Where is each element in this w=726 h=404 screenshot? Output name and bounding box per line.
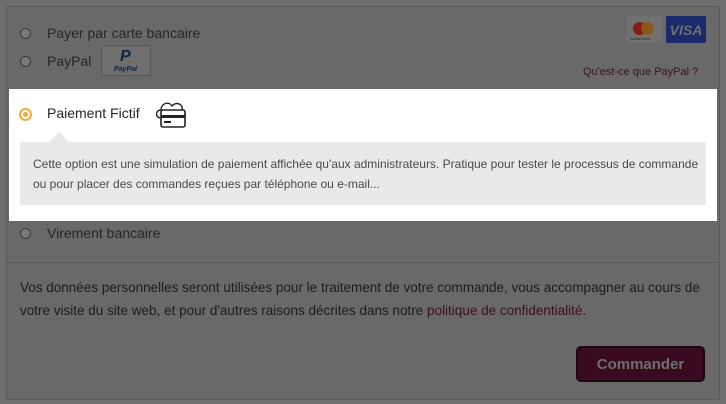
description-pointer <box>49 132 69 142</box>
radio-card-payment[interactable] <box>20 28 31 39</box>
fictif-description-box: Cette option est une simulation de paiem… <box>20 142 706 205</box>
label-paypal[interactable]: PayPal <box>47 53 91 69</box>
cloud-card-icon <box>155 102 186 128</box>
mastercard-logo: mastercard <box>627 16 663 43</box>
radio-fictif-payment[interactable] <box>19 108 32 121</box>
visa-logo: VISA <box>666 16 706 43</box>
radio-paypal[interactable] <box>20 56 31 67</box>
card-logos: mastercard VISA <box>627 16 707 43</box>
privacy-text: Vos données personnelles seront utilisée… <box>20 280 700 318</box>
radio-bank-transfer[interactable] <box>20 228 31 239</box>
privacy-notice: Vos données personnelles seront utilisée… <box>20 276 710 322</box>
paypal-logo: P PayPal <box>101 45 151 76</box>
label-fictif-payment[interactable]: Paiement Fictif <box>47 105 140 121</box>
fictif-description: Cette option est une simulation de paiem… <box>33 157 699 191</box>
privacy-policy-link[interactable]: politique de confidentialité <box>427 303 582 318</box>
privacy-end: . <box>582 303 587 318</box>
fictif-payment-panel: Paiement Fictif Cette option est une sim… <box>9 89 717 221</box>
label-card-payment[interactable]: Payer par carte bancaire <box>47 25 200 41</box>
what-is-paypal-link[interactable]: Qu'est-ce que PayPal ? <box>583 66 698 78</box>
place-order-button[interactable]: Commander <box>576 346 705 382</box>
label-bank-transfer[interactable]: Virement bancaire <box>47 225 160 241</box>
divider <box>7 262 718 263</box>
